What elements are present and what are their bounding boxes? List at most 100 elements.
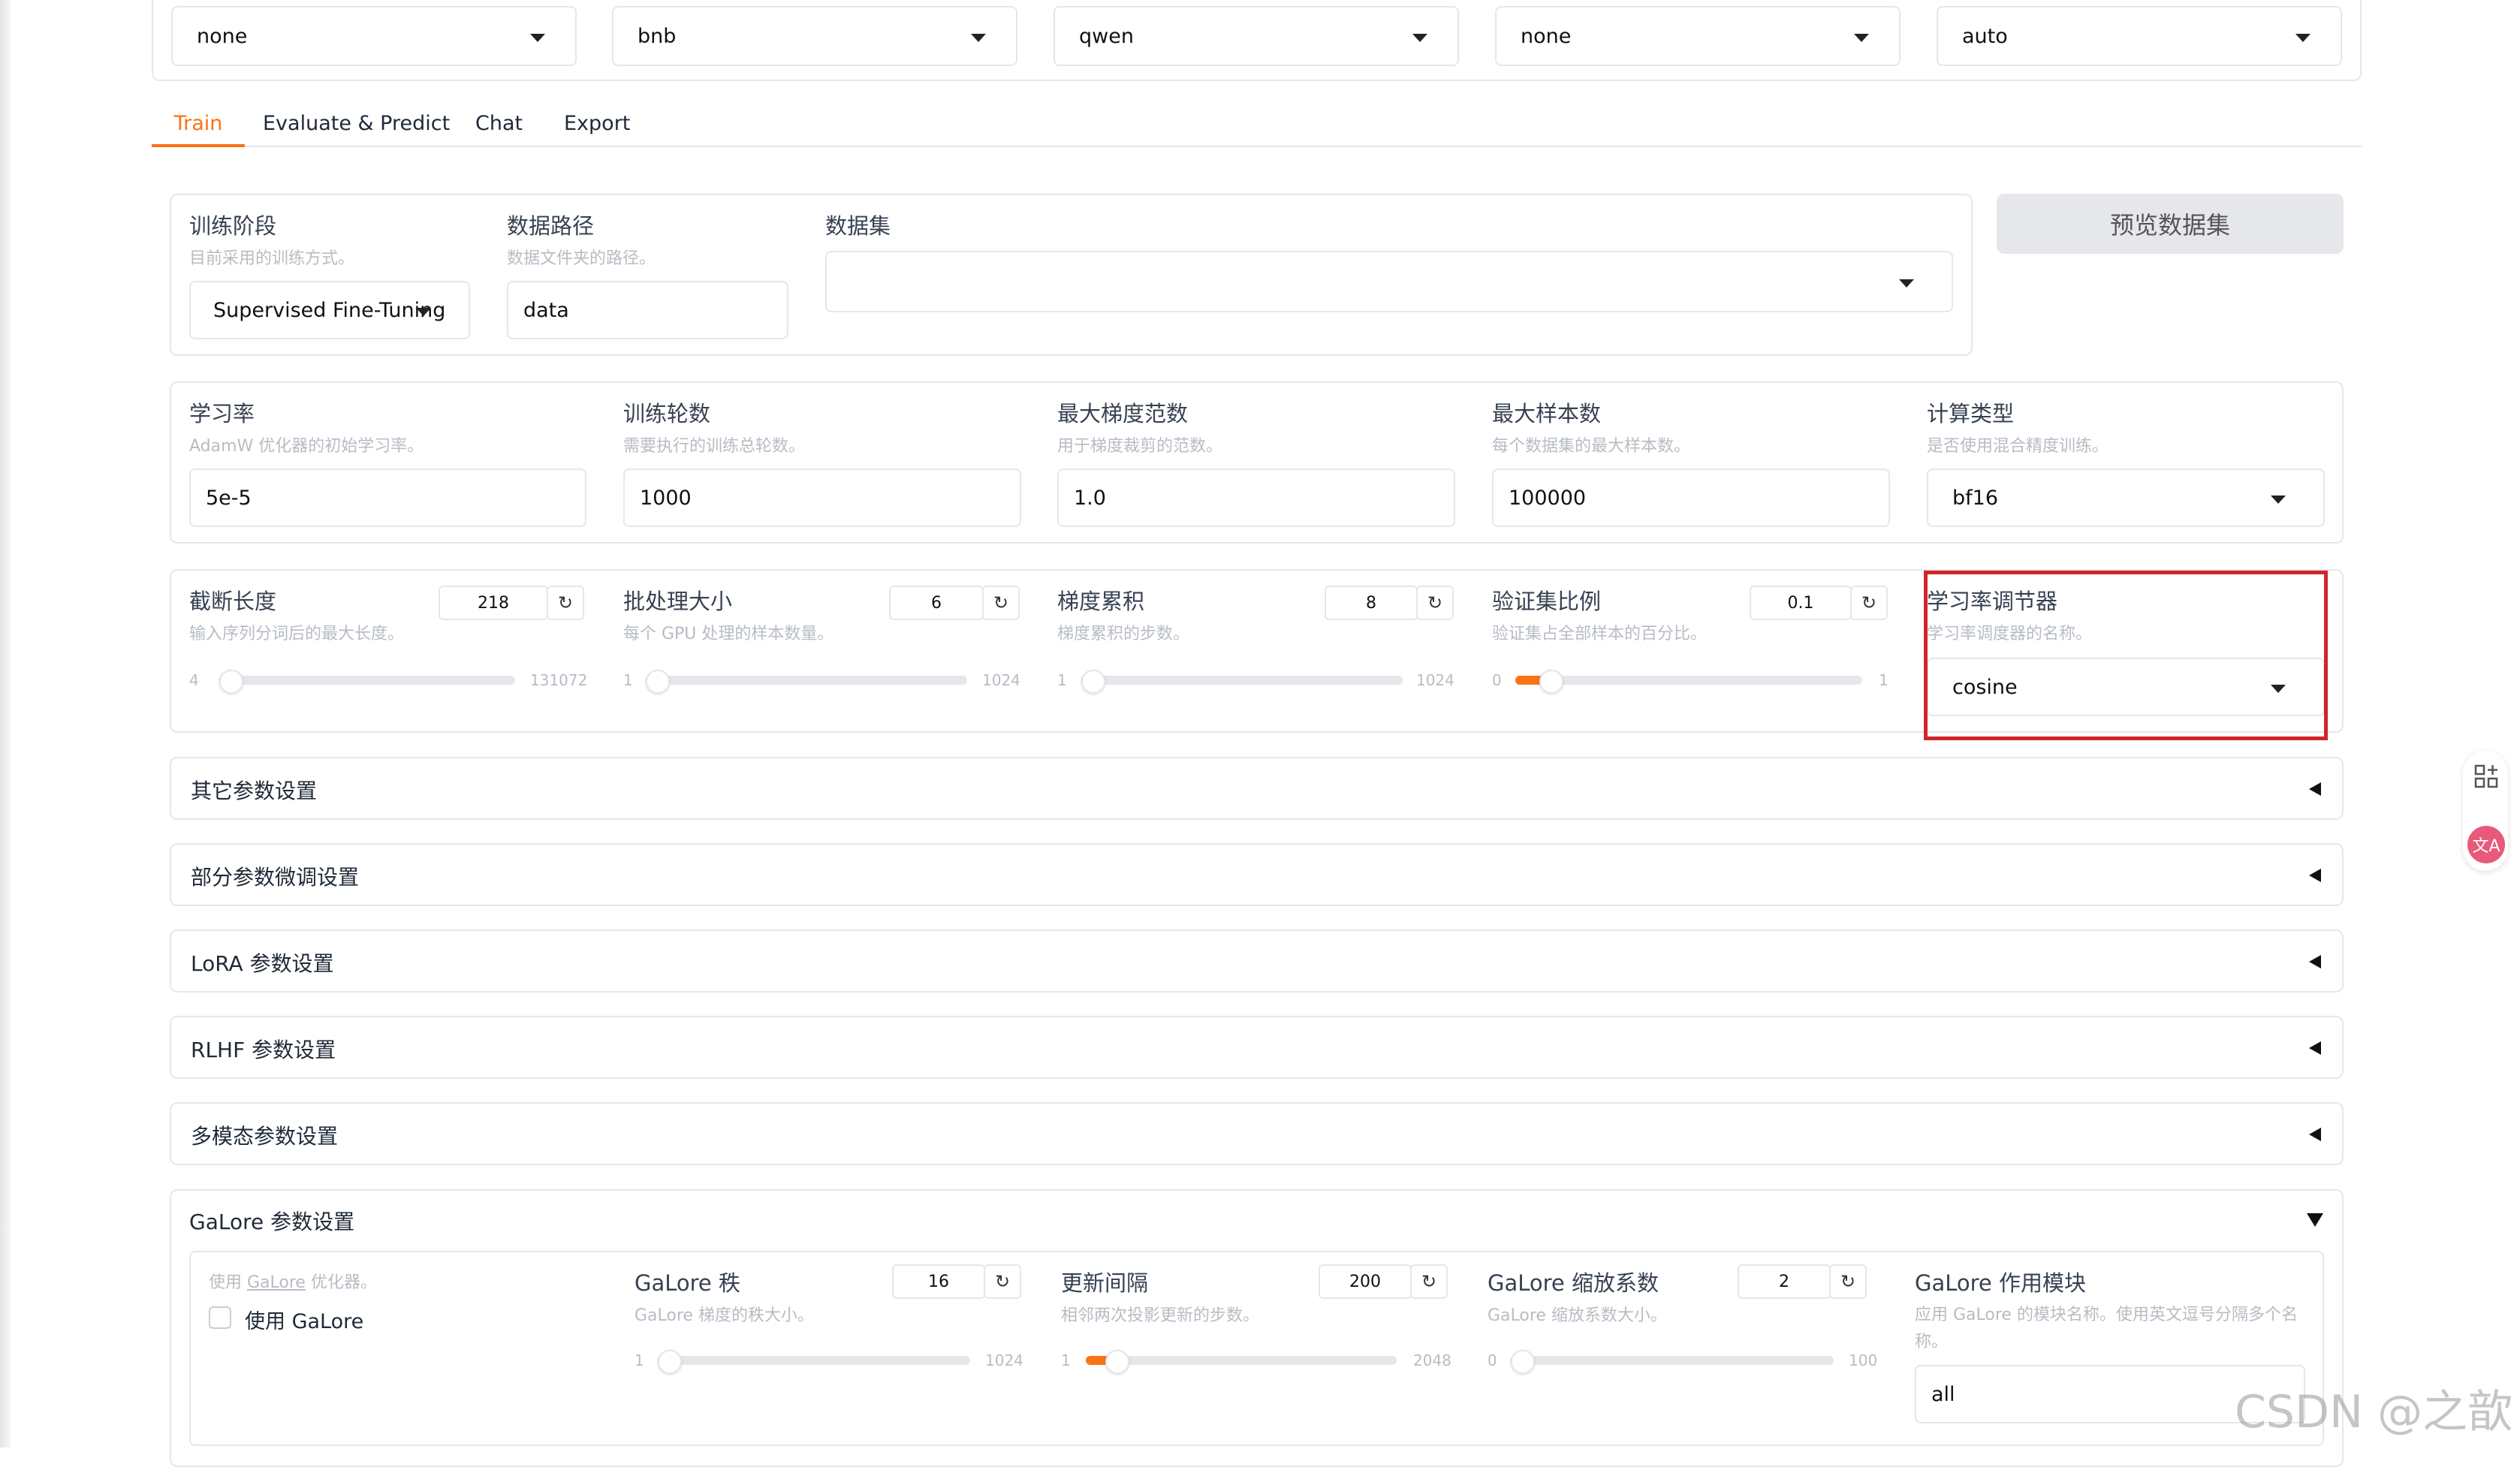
- accordion-freeze-params[interactable]: 部分参数微调设置: [170, 843, 2344, 906]
- slider-max: 2048: [1413, 1351, 1451, 1369]
- reset-icon[interactable]: ↻: [1416, 586, 1454, 620]
- use-galore-checkbox[interactable]: [209, 1306, 231, 1329]
- grid-add-icon[interactable]: [2471, 761, 2501, 791]
- collapse-arrow-icon: [2309, 1128, 2321, 1141]
- quantization-select[interactable]: none: [171, 6, 577, 66]
- slider-min: 0: [1488, 1351, 1497, 1369]
- slider-thumb[interactable]: [658, 1350, 682, 1374]
- batch-size-slider[interactable]: [646, 670, 967, 694]
- compute-type-select[interactable]: bf16: [1927, 468, 2325, 527]
- tab-train[interactable]: Train: [152, 107, 245, 147]
- grad-accum-number[interactable]: 8: [1325, 586, 1418, 620]
- val-size-slider[interactable]: [1515, 670, 1862, 694]
- reset-icon[interactable]: ↻: [1410, 1264, 1448, 1299]
- training-stage-select[interactable]: Supervised Fine-Tuning: [189, 281, 470, 339]
- slider-min: 1: [635, 1351, 644, 1369]
- collapse-arrow-icon: [2309, 782, 2321, 796]
- tab-chat[interactable]: Chat: [475, 107, 523, 147]
- booster-select[interactable]: auto: [1937, 6, 2342, 66]
- galore-update-interval-slider[interactable]: [1086, 1350, 1397, 1374]
- slider-thumb[interactable]: [646, 670, 670, 694]
- use-galore-info: 使用 GaLore 优化器。: [209, 1273, 377, 1292]
- max-samples-info: 每个数据集的最大样本数。: [1492, 437, 1691, 456]
- slider-max: 100: [1849, 1351, 1878, 1369]
- slider-max: 131072: [530, 671, 588, 689]
- collapse-arrow-icon: [2309, 1041, 2321, 1055]
- compute-type-label: 计算类型: [1927, 401, 2015, 426]
- compute-type-info: 是否使用混合精度训练。: [1927, 437, 2109, 456]
- val-size-label: 验证集比例: [1492, 589, 1602, 614]
- accordion-multimodal-params[interactable]: 多模态参数设置: [170, 1102, 2344, 1165]
- slider-min: 1: [1057, 671, 1067, 689]
- collapse-arrow-icon: [2309, 869, 2321, 882]
- galore-accordion-title[interactable]: GaLore 参数设置: [189, 1206, 354, 1236]
- val-size-info: 验证集占全部样本的百分比。: [1492, 625, 1708, 643]
- chevron-down-icon: [1412, 34, 1427, 42]
- cutoff-len-number[interactable]: 218: [439, 586, 548, 620]
- slider-thumb[interactable]: [1105, 1350, 1129, 1374]
- galore-scale-info: GaLore 缩放系数大小。: [1488, 1306, 1667, 1325]
- batch-size-label: 批处理大小: [623, 589, 733, 614]
- galore-scale-number[interactable]: 2: [1738, 1264, 1831, 1299]
- highlight-box: [1924, 571, 2328, 740]
- chevron-down-icon: [530, 34, 545, 42]
- tab-evaluate-predict[interactable]: Evaluate & Predict: [263, 107, 450, 147]
- epochs-input[interactable]: 1000: [623, 468, 1021, 527]
- data-dir-label: 数据路径: [507, 213, 595, 239]
- chevron-down-icon: [971, 34, 986, 42]
- batch-size-number[interactable]: 6: [889, 586, 984, 620]
- tab-export[interactable]: Export: [564, 107, 630, 147]
- max-samples-label: 最大样本数: [1492, 401, 1602, 426]
- collapse-arrow-icon: [2309, 955, 2321, 968]
- accordion-rlhf-params[interactable]: RLHF 参数设置: [170, 1016, 2344, 1079]
- template-select[interactable]: qwen: [1054, 6, 1459, 66]
- cutoff-len-slider[interactable]: [219, 670, 515, 694]
- slider-min: 1: [1061, 1351, 1071, 1369]
- reset-icon[interactable]: ↻: [984, 1264, 1021, 1299]
- grad-accum-slider[interactable]: [1081, 670, 1403, 694]
- galore-target-label: GaLore 作用模块: [1915, 1270, 2086, 1296]
- max-grad-norm-label: 最大梯度范数: [1057, 401, 1189, 426]
- max-samples-input[interactable]: 100000: [1492, 468, 1890, 527]
- galore-scale-slider[interactable]: [1511, 1350, 1834, 1374]
- val-size-number[interactable]: 0.1: [1750, 586, 1852, 620]
- translate-icon[interactable]: 文A: [2467, 826, 2505, 863]
- stage-label: 训练阶段: [189, 213, 277, 239]
- grad-accum-info: 梯度累积的步数。: [1057, 625, 1190, 643]
- expand-arrow-icon[interactable]: [2307, 1213, 2323, 1227]
- data-dir-input[interactable]: data: [507, 281, 788, 339]
- galore-update-interval-number[interactable]: 200: [1319, 1264, 1412, 1299]
- accordion-title: LoRA 参数设置: [191, 951, 334, 976]
- slider-min: 1: [623, 671, 633, 689]
- dataset-select[interactable]: [825, 251, 1953, 312]
- max-grad-norm-info: 用于梯度裁剪的范数。: [1057, 437, 1223, 456]
- learning-rate-input[interactable]: 5e-5: [189, 468, 586, 527]
- reset-icon[interactable]: ↻: [1829, 1264, 1867, 1299]
- slider-thumb[interactable]: [1539, 670, 1563, 694]
- stage-info: 目前采用的训练方式。: [189, 249, 355, 268]
- galore-rank-number[interactable]: 16: [892, 1264, 985, 1299]
- accordion-other-params[interactable]: 其它参数设置: [170, 757, 2344, 820]
- reset-icon[interactable]: ↻: [982, 586, 1020, 620]
- accordion-lora-params[interactable]: LoRA 参数设置: [170, 929, 2344, 993]
- batch-size-info: 每个 GPU 处理的样本数量。: [623, 625, 834, 643]
- learning-rate-label: 学习率: [189, 401, 255, 426]
- preview-dataset-button[interactable]: 预览数据集: [1997, 194, 2344, 254]
- galore-target-info: 应用 GaLore 的模块名称。使用英文逗号分隔多个名称。: [1915, 1306, 2298, 1351]
- cutoff-len-label: 截断长度: [189, 589, 277, 614]
- galore-rank-info: GaLore 梯度的秩大小。: [635, 1306, 814, 1325]
- quantization-method-select[interactable]: bnb: [612, 6, 1017, 66]
- reset-icon[interactable]: ↻: [547, 586, 584, 620]
- reset-icon[interactable]: ↻: [1850, 586, 1888, 620]
- chevron-down-icon: [2271, 496, 2286, 504]
- slider-thumb[interactable]: [1081, 670, 1105, 694]
- chevron-down-icon: [1899, 279, 1914, 288]
- max-grad-norm-input[interactable]: 1.0: [1057, 468, 1455, 527]
- galore-rank-slider[interactable]: [658, 1350, 970, 1374]
- chevron-down-icon: [2295, 34, 2311, 42]
- dataset-label: 数据集: [825, 213, 891, 239]
- rope-scaling-select[interactable]: none: [1495, 6, 1901, 66]
- galore-update-interval-info: 相邻两次投影更新的步数。: [1061, 1306, 1260, 1325]
- slider-thumb[interactable]: [219, 670, 243, 694]
- slider-thumb[interactable]: [1511, 1350, 1535, 1374]
